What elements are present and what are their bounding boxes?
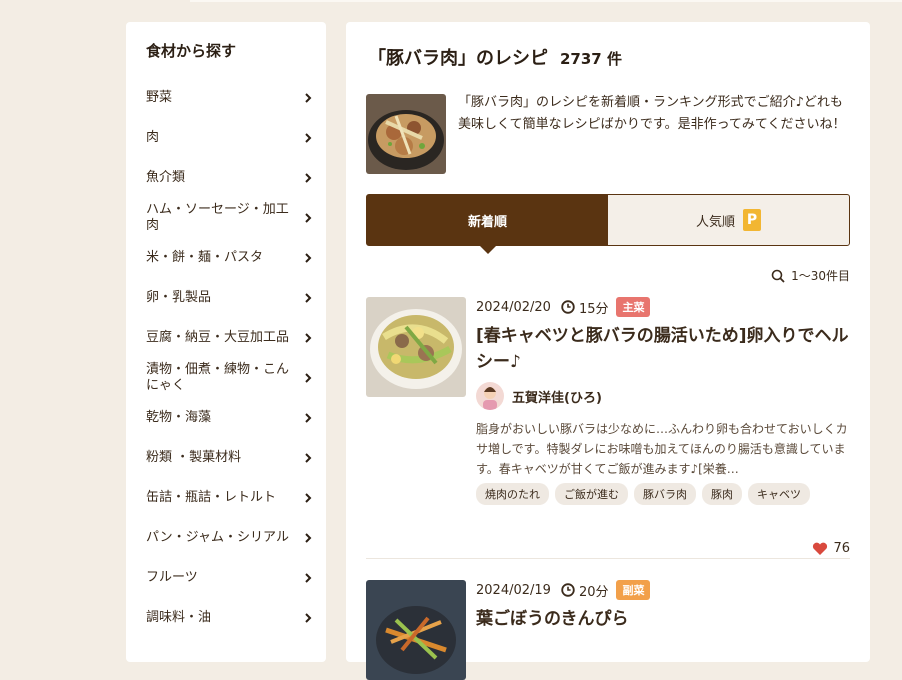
tag[interactable]: 焼肉のたれ [476,483,549,505]
recipe-author[interactable]: 五賀洋佳(ひろ) [476,381,850,411]
likes[interactable]: 76 [812,541,850,556]
clock-icon [561,583,575,597]
sidebar-item-label: 野菜 [146,90,173,105]
sidebar-item-label: 漬物・佃煮・練物・こんにゃく [146,362,290,393]
sidebar-item-processed-meat[interactable]: ハム・ソーセージ・加工肉 [126,198,326,238]
sidebar-item-dried-seaweed[interactable]: 乾物・海藻 [126,398,326,438]
sidebar-item-rice-noodles[interactable]: 米・餅・麺・パスタ [126,238,326,278]
sidebar-item-label: 粉類 ・製菓材料 [146,450,242,465]
category-badge: 主菜 [616,297,651,317]
tab-newest[interactable]: 新着順 [367,195,608,254]
sidebar-item-label: 調味料・油 [146,610,212,625]
tag-list: 焼肉のたれ ご飯が進む 豚バラ肉 豚肉 キャベツ [476,483,850,505]
likes-count: 76 [833,541,850,556]
recipe-body: 2024/02/19 20分 副菜 葉ごぼうのきんぴら [476,580,850,632]
recipe-time: 15分 [578,301,609,317]
sidebar-item-label: 魚介類 [146,170,186,185]
sidebar-item-label: ハム・ソーセージ・加工肉 [146,202,289,233]
chevron-right-icon [305,413,312,423]
result-range-text: 1〜30件目 [791,269,850,283]
sort-tabs: 新着順 人気順 P [366,194,850,254]
chevron-right-icon [305,373,312,383]
sidebar-item-eggs-dairy[interactable]: 卵・乳製品 [126,278,326,318]
chevron-right-icon [305,533,312,543]
sidebar-item-label: フルーツ [146,570,198,585]
page-title-text: 「豚バラ肉」のレシピ [368,48,548,69]
recipe-thumbnail[interactable] [366,580,466,680]
recipe-description: 脂身がおいしい豚バラは少なめに…ふんわり卵も合わせておいしくカサ増しです。特製ダ… [476,422,848,476]
recipe-title[interactable]: [春キャベツと豚バラの腸活いため]卵入りでヘルシー♪ [476,323,850,375]
chevron-right-icon [305,93,312,103]
recipe-count: 2737 件 [560,50,622,68]
chevron-right-icon [305,333,312,343]
tab-label: 人気順 [695,214,735,230]
page-title: 「豚バラ肉」のレシピ 2737 件 [368,44,622,70]
chevron-right-icon [305,253,312,263]
recipe-card[interactable]: 2024/02/20 15分 主菜 [春キャベツと豚バラの腸活いため]卵入りでヘ… [366,297,850,556]
sidebar-item-label: 肉 [146,130,160,145]
search-icon [771,269,785,283]
sidebar-item-label: パン・ジャム・シリアル [146,530,290,545]
chevron-right-icon [305,453,312,463]
sidebar-item-label: 米・餅・麺・パスタ [146,250,264,265]
category-list: 野菜 肉 魚介類 ハム・ソーセージ・加工肉 米・餅・麺・パスタ 卵・乳製品 豆腐… [126,78,326,638]
chevron-right-icon [305,173,312,183]
recipe-card[interactable]: 2024/02/19 20分 副菜 葉ごぼうのきんぴら [366,580,850,680]
chevron-right-icon [305,213,312,223]
sidebar-item-label: 缶詰・瓶詰・レトルト [146,490,277,505]
sidebar-title: 食材から探す [146,42,237,60]
sidebar-item-seasoning[interactable]: 調味料・油 [126,598,326,638]
tag[interactable]: 豚バラ肉 [634,483,696,505]
divider [366,558,850,559]
recipe-time: 20分 [578,584,609,600]
premium-badge-icon: P [743,209,761,231]
sidebar-item-flour[interactable]: 粉類 ・製菓材料 [126,438,326,478]
sidebar-item-vegetables[interactable]: 野菜 [126,78,326,118]
ingredient-sidebar: 食材から探す 野菜 肉 魚介類 ハム・ソーセージ・加工肉 米・餅・麺・パスタ 卵… [126,22,326,662]
sidebar-item-label: 乾物・海藻 [146,410,212,425]
chevron-right-icon [305,293,312,303]
chevron-right-icon [305,573,312,583]
sidebar-item-tofu-soy[interactable]: 豆腐・納豆・大豆加工品 [126,318,326,358]
intro-description: 「豚バラ肉」のレシピを新着順・ランキング形式でご紹介♪どれも美味しくて簡単なレシ… [458,95,846,132]
result-range: 1〜30件目 [771,267,850,284]
avatar [476,382,504,410]
recipe-body: 2024/02/20 15分 主菜 [春キャベツと豚バラの腸活いため]卵入りでヘ… [476,297,850,505]
sidebar-item-label: 卵・乳製品 [146,290,212,305]
tab-label: 新着順 [467,214,507,230]
recipe-meta: 2024/02/20 15分 主菜 [476,297,850,317]
tag[interactable]: キャベツ [748,483,810,505]
chevron-right-icon [305,613,312,623]
sidebar-item-meat[interactable]: 肉 [126,118,326,158]
recipe-meta: 2024/02/19 20分 副菜 [476,580,850,600]
clock-icon [561,300,575,314]
tab-popular[interactable]: 人気順 P [608,195,849,245]
recipe-date: 2024/02/19 [476,582,551,598]
recipe-title[interactable]: 葉ごぼうのきんぴら [476,606,850,632]
sidebar-item-seafood[interactable]: 魚介類 [126,158,326,198]
recipe-thumbnail[interactable] [366,297,466,397]
recipe-list-panel: 「豚バラ肉」のレシピ 2737 件 「豚バラ肉」のレシピを新着順・ランキング形式で… [346,22,870,680]
sidebar-item-bread[interactable]: パン・ジャム・シリアル [126,518,326,558]
sidebar-item-label: 豆腐・納豆・大豆加工品 [146,330,290,345]
sidebar-item-fruits[interactable]: フルーツ [126,558,326,598]
sidebar-item-pickles[interactable]: 漬物・佃煮・練物・こんにゃく [126,358,326,398]
recipe-date: 2024/02/20 [476,299,551,315]
category-badge: 副菜 [616,580,651,600]
heart-icon [813,542,828,555]
top-bar [190,0,902,2]
tag[interactable]: 豚肉 [702,483,742,505]
author-name: 五賀洋佳(ひろ) [512,390,602,406]
chevron-right-icon [305,493,312,503]
sidebar-item-canned[interactable]: 缶詰・瓶詰・レトルト [126,478,326,518]
intro-image [366,94,446,174]
tag[interactable]: ご飯が進む [555,483,628,505]
chevron-right-icon [305,133,312,143]
